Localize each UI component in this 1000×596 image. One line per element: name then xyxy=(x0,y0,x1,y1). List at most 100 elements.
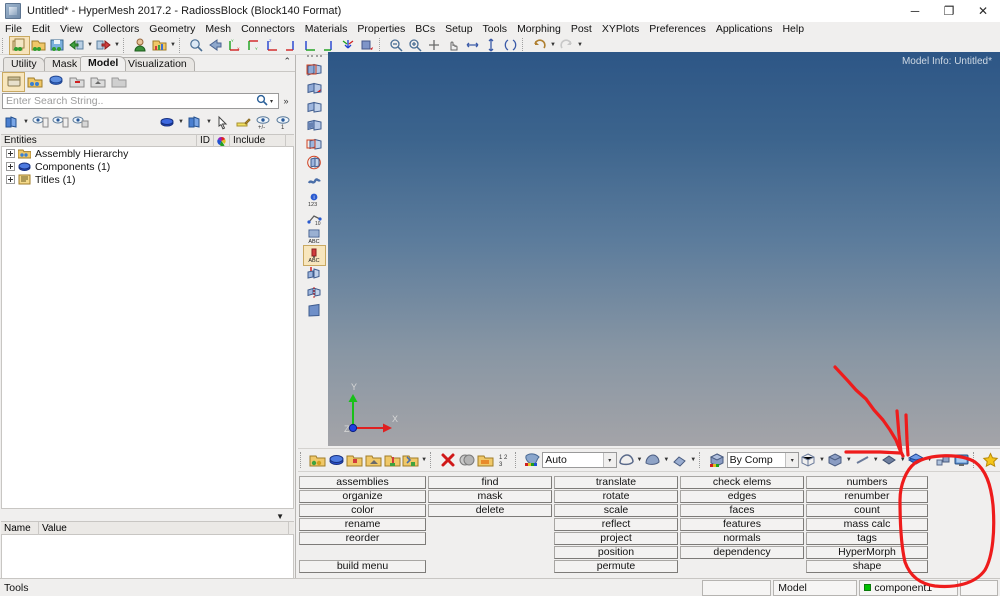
abc-label-icon[interactable]: ABC xyxy=(304,228,325,247)
load-results-icon[interactable] xyxy=(150,37,169,54)
hide-all-icon[interactable] xyxy=(50,113,70,132)
color-cube-icon[interactable] xyxy=(708,450,727,470)
cmd-check-elems[interactable]: check elems xyxy=(680,475,804,489)
column-name[interactable]: Name xyxy=(1,521,39,535)
menu-item-xyplots[interactable]: XYPlots xyxy=(597,22,644,36)
name-value-splitter[interactable]: ▼ xyxy=(1,511,294,522)
cmd-renumber[interactable]: renumber xyxy=(806,489,928,503)
menu-item-bcs[interactable]: BCs xyxy=(410,22,440,36)
cmd-mass-calc[interactable]: mass calc xyxy=(806,517,928,531)
distance-measure-icon[interactable]: 10 xyxy=(304,209,325,228)
cmd-build-menu[interactable]: build menu xyxy=(299,559,426,573)
status-empty-cell[interactable] xyxy=(702,579,772,596)
undo-icon[interactable] xyxy=(530,37,549,54)
highlight-icon[interactable] xyxy=(233,113,253,132)
model-tree[interactable]: Assembly Hierarchy Components (1) Titles… xyxy=(1,147,294,509)
connectors-icon[interactable] xyxy=(304,172,325,191)
monitor-display-icon[interactable] xyxy=(952,450,971,470)
tab-utility[interactable]: Utility xyxy=(3,57,45,71)
wireframe-shade-caret-icon[interactable]: ▼ xyxy=(635,450,643,470)
cmd-normals[interactable]: normals xyxy=(680,531,804,545)
column-id[interactable]: ID xyxy=(197,134,214,147)
color-mode-caret-icon[interactable]: ▼ xyxy=(177,114,185,131)
panel-collapse-icon[interactable]: ⌃ xyxy=(283,56,291,67)
column-entities[interactable]: Entities xyxy=(1,134,197,147)
cmd-find[interactable]: find xyxy=(428,475,552,489)
menu-item-tools[interactable]: Tools xyxy=(478,22,513,36)
cmd-tags[interactable]: tags xyxy=(806,531,928,545)
system-collector-create-icon[interactable] xyxy=(364,450,383,470)
cmd-mask[interactable]: mask xyxy=(428,489,552,503)
vis-options-icon[interactable] xyxy=(934,450,953,470)
tree-item-titles[interactable]: Titles (1) xyxy=(2,173,293,186)
load-results-caret-icon[interactable]: ▼ xyxy=(169,37,177,54)
2d-elements-icon[interactable] xyxy=(880,450,899,470)
view-xz-icon[interactable] xyxy=(282,37,301,54)
block-create-icon[interactable] xyxy=(401,450,420,470)
view-iso-icon[interactable] xyxy=(339,37,358,54)
cmd-organize[interactable]: organize xyxy=(299,489,426,503)
abc-annotation-icon[interactable]: ABC xyxy=(303,245,326,266)
menu-item-geometry[interactable]: Geometry xyxy=(144,22,200,36)
menu-item-help[interactable]: Help xyxy=(777,22,809,36)
show-one-icon[interactable]: 1 xyxy=(273,113,293,132)
rotate-free-icon[interactable] xyxy=(501,37,520,54)
collapse-caret-icon[interactable]: ▼ xyxy=(276,512,284,521)
search-icon[interactable] xyxy=(256,94,268,109)
zoom-in-icon[interactable] xyxy=(406,37,425,54)
color-palette-icon[interactable] xyxy=(524,450,543,470)
previous-view-icon[interactable] xyxy=(206,37,225,54)
column-include[interactable]: Include xyxy=(230,134,286,147)
2d-elements-caret-icon[interactable]: ▼ xyxy=(899,450,907,470)
cmd-features[interactable]: features xyxy=(680,517,804,531)
cmd-shape[interactable]: shape xyxy=(806,559,928,573)
minimize-button[interactable]: ─ xyxy=(898,0,932,22)
status-extra-cell[interactable] xyxy=(960,579,998,596)
circle-mesh-icon[interactable] xyxy=(304,153,325,172)
view-yx-icon[interactable]: Y xyxy=(244,37,263,54)
menu-item-properties[interactable]: Properties xyxy=(352,22,410,36)
cmd-assemblies[interactable]: assemblies xyxy=(299,475,426,489)
cmd-reflect[interactable]: reflect xyxy=(554,517,678,531)
menu-item-file[interactable]: File xyxy=(0,22,27,36)
entity-filter-icon[interactable] xyxy=(2,113,22,132)
card-editor-icon[interactable] xyxy=(476,450,495,470)
load-collector-create-icon[interactable] xyxy=(346,450,365,470)
shrink-panel-icon[interactable] xyxy=(304,302,325,321)
zoom-out-icon[interactable] xyxy=(387,37,406,54)
select-pointer-icon[interactable] xyxy=(213,113,233,132)
show-hide-plusminus-icon[interactable]: +/- xyxy=(253,113,273,132)
menu-item-preferences[interactable]: Preferences xyxy=(644,22,711,36)
2d-mesh-icon[interactable] xyxy=(304,116,325,135)
status-component-cell[interactable]: component1 xyxy=(859,579,959,596)
menu-item-edit[interactable]: Edit xyxy=(27,22,55,36)
tree-item-assembly-hierarchy[interactable]: Assembly Hierarchy xyxy=(2,147,293,160)
model-browser-icon[interactable] xyxy=(2,71,25,92)
cmd-permute[interactable]: permute xyxy=(554,559,678,573)
smooth-shade-icon[interactable] xyxy=(644,450,663,470)
column-value[interactable]: Value xyxy=(39,521,289,535)
reflect-panel-icon[interactable] xyxy=(304,283,325,302)
open-model-icon[interactable] xyxy=(29,37,48,54)
menu-item-morphing[interactable]: Morphing xyxy=(512,22,566,36)
delete-entity-icon[interactable] xyxy=(439,450,458,470)
export-icon[interactable] xyxy=(94,37,113,54)
menu-item-applications[interactable]: Applications xyxy=(711,22,778,36)
menu-item-materials[interactable]: Materials xyxy=(300,22,353,36)
tab-visualization[interactable]: Visualization xyxy=(120,57,195,71)
element-edit-icon[interactable] xyxy=(304,135,325,154)
normal-to-plane-icon[interactable] xyxy=(358,37,377,54)
geometry-panel-icon[interactable] xyxy=(304,61,325,80)
favorites-star-icon[interactable] xyxy=(981,450,1000,470)
block-create-caret-icon[interactable]: ▼ xyxy=(420,450,428,470)
expand-toggle-icon[interactable] xyxy=(6,175,15,184)
import-caret-icon[interactable]: ▼ xyxy=(86,37,94,54)
cmd-faces[interactable]: faces xyxy=(680,503,804,517)
organize-icon[interactable] xyxy=(457,450,476,470)
mesh-lines-icon[interactable] xyxy=(799,450,818,470)
cmd-numbers[interactable]: numbers xyxy=(806,475,928,489)
show-all-icon[interactable] xyxy=(30,113,50,132)
redo-caret-icon[interactable]: ▼ xyxy=(576,37,584,54)
entity-filter-caret-icon[interactable]: ▼ xyxy=(22,114,30,131)
menu-item-collectors[interactable]: Collectors xyxy=(88,22,145,36)
